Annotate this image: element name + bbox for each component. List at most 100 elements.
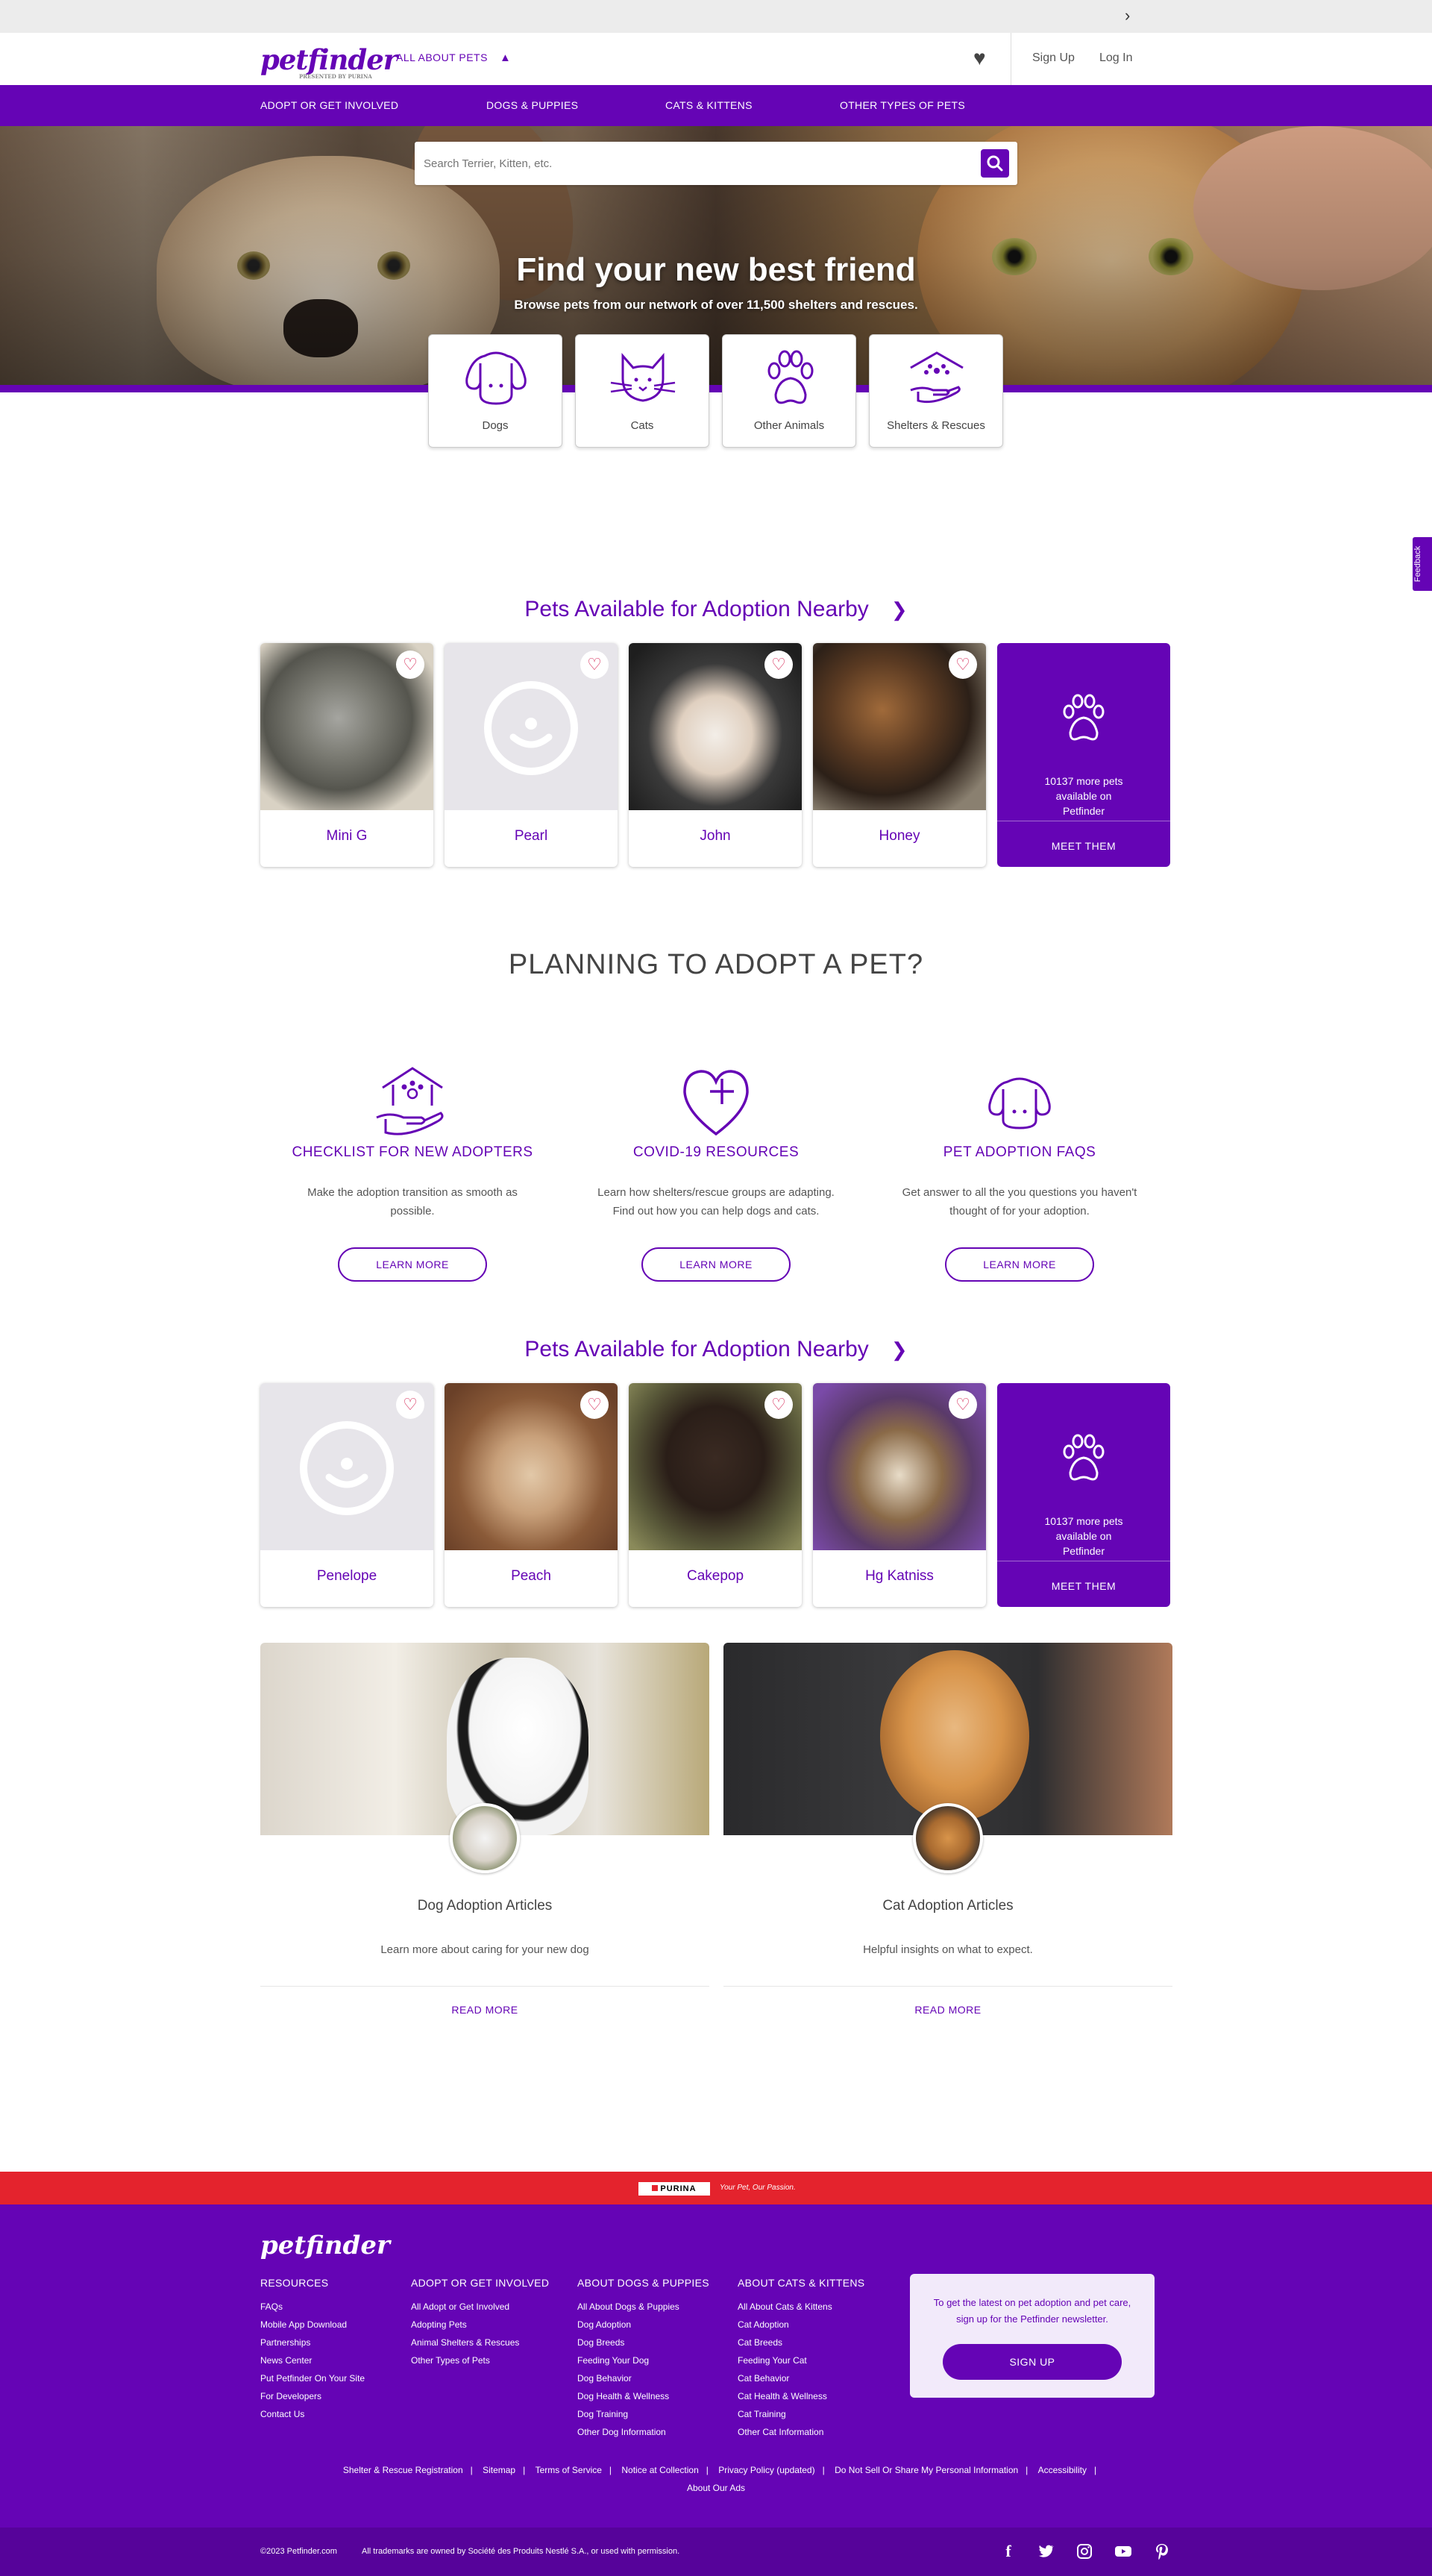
pet-card[interactable]: ♡ Cakepop xyxy=(629,1383,802,1607)
category-other-animals[interactable]: Other Animals xyxy=(722,334,856,448)
footer-link[interactable]: Feeding Your Dog xyxy=(577,2351,709,2369)
learn-more-button[interactable]: LEARN MORE xyxy=(945,1247,1094,1282)
nav-other-pets[interactable]: OTHER TYPES OF PETS xyxy=(840,99,965,111)
legal-link[interactable]: Do Not Sell Or Share My Personal Informa… xyxy=(835,2465,1018,2475)
pet-name: Penelope xyxy=(316,1568,377,1584)
twitter-icon[interactable] xyxy=(1037,2542,1055,2560)
pet-card[interactable]: ♡ John xyxy=(629,643,802,867)
footer-link[interactable]: Dog Health & Wellness xyxy=(577,2387,709,2405)
footer-link[interactable]: All About Cats & Kittens xyxy=(738,2298,864,2316)
footer-link[interactable]: Dog Training xyxy=(577,2405,709,2423)
footer-link[interactable]: Partnerships xyxy=(260,2334,365,2351)
about-our-ads-link[interactable]: About Our Ads xyxy=(0,2483,1432,2493)
footer-link[interactable]: Dog Adoption xyxy=(577,2316,709,2334)
legal-link[interactable]: Notice at Collection xyxy=(621,2465,698,2475)
search-button[interactable] xyxy=(981,149,1009,178)
pet-card[interactable]: ♡ Penelope xyxy=(260,1383,433,1607)
category-cats[interactable]: Cats xyxy=(575,334,709,448)
favorite-heart-icon[interactable]: ♡ xyxy=(580,1391,609,1419)
legal-link[interactable]: Accessibility xyxy=(1038,2465,1087,2475)
pet-card[interactable]: ♡ Peach xyxy=(445,1383,618,1607)
learn-more-button[interactable]: LEARN MORE xyxy=(338,1247,487,1282)
footer-link[interactable]: All About Dogs & Puppies xyxy=(577,2298,709,2316)
favorites-heart-icon[interactable]: ♥ xyxy=(973,46,986,70)
legal-link[interactable]: Shelter & Rescue Registration xyxy=(343,2465,463,2475)
read-more-link[interactable]: READ MORE xyxy=(723,2004,1172,2016)
more-pets-card[interactable]: 10137 more pets available on Petfinder M… xyxy=(997,643,1170,867)
nearby-title-link[interactable]: Pets Available for Adoption Nearby ❯ xyxy=(0,597,1432,622)
favorite-heart-icon[interactable]: ♡ xyxy=(580,651,609,679)
sign-up-link[interactable]: Sign Up xyxy=(1032,51,1075,65)
footer-link[interactable]: Adopting Pets xyxy=(411,2316,549,2334)
footer-link[interactable]: All Adopt or Get Involved xyxy=(411,2298,549,2316)
footer-link[interactable]: Mobile App Download xyxy=(260,2316,365,2334)
article-desc: Helpful insights on what to expect. xyxy=(863,1943,1033,1956)
nearby-title-link[interactable]: Pets Available for Adoption Nearby ❯ xyxy=(0,1337,1432,1362)
logo-subtext: PRESENTED BY PURINA xyxy=(299,73,372,80)
dog-articles-card[interactable]: Dog Adoption Articles Learn more about c… xyxy=(260,1643,709,2031)
article-title: Dog Adoption Articles xyxy=(417,1898,553,1914)
footer-link[interactable]: Cat Adoption xyxy=(738,2316,864,2334)
footer-link[interactable]: Other Dog Information xyxy=(577,2423,709,2441)
pinterest-icon[interactable] xyxy=(1153,2542,1171,2560)
petfinder-logo[interactable]: petfinder PRESENTED BY PURINA xyxy=(260,43,398,80)
log-in-link[interactable]: Log In xyxy=(1099,51,1132,65)
checklist-heading: CHECKLIST FOR NEW ADOPTERS xyxy=(292,1144,533,1160)
footer-link[interactable]: Cat Training xyxy=(738,2405,864,2423)
all-about-pets-menu[interactable]: ALL ABOUT PETS ▲ xyxy=(396,51,511,64)
footer-link[interactable]: Put Petfinder On Your Site xyxy=(260,2369,365,2387)
footer-logo[interactable]: petfinder xyxy=(260,2231,390,2260)
footer-link[interactable]: Contact Us xyxy=(260,2405,365,2423)
footer-link[interactable]: Dog Breeds xyxy=(577,2334,709,2351)
meet-them-button[interactable]: MEET THEM xyxy=(997,840,1170,852)
footer-link[interactable]: Cat Health & Wellness xyxy=(738,2387,864,2405)
footer-link[interactable]: Cat Breeds xyxy=(738,2334,864,2351)
main-nav: ADOPT OR GET INVOLVED DOGS & PUPPIES CAT… xyxy=(0,85,1432,126)
pet-card[interactable]: ♡ Honey xyxy=(813,643,986,867)
footer-link[interactable]: News Center xyxy=(260,2351,365,2369)
footer-link[interactable]: Other Types of Pets xyxy=(411,2351,549,2369)
nav-cats[interactable]: CATS & KITTENS xyxy=(665,99,753,111)
favorite-heart-icon[interactable]: ♡ xyxy=(396,651,424,679)
youtube-icon[interactable] xyxy=(1114,2542,1132,2560)
nav-dogs[interactable]: DOGS & PUPPIES xyxy=(486,99,578,111)
legal-link[interactable]: Terms of Service xyxy=(536,2465,602,2475)
shelter-icon xyxy=(910,351,964,404)
search-input[interactable] xyxy=(424,151,946,176)
footer-link[interactable]: Feeding Your Cat xyxy=(738,2351,864,2369)
cat-articles-card[interactable]: Cat Adoption Articles Helpful insights o… xyxy=(723,1643,1172,2031)
read-more-link[interactable]: READ MORE xyxy=(260,2004,709,2016)
learn-more-button[interactable]: LEARN MORE xyxy=(641,1247,791,1282)
pet-name: Cakepop xyxy=(686,1568,744,1584)
pet-name: Hg Katniss xyxy=(865,1568,934,1584)
footer-link[interactable]: FAQs xyxy=(260,2298,365,2316)
purina-logo[interactable]: PURINA xyxy=(638,2182,710,2196)
footer-link[interactable]: Other Cat Information xyxy=(738,2423,864,2441)
favorite-heart-icon[interactable]: ♡ xyxy=(396,1391,424,1419)
planning-title: PLANNING TO ADOPT A PET? xyxy=(508,949,924,980)
category-dogs[interactable]: Dogs xyxy=(428,334,562,448)
meet-them-button[interactable]: MEET THEM xyxy=(997,1580,1170,1592)
nav-adopt[interactable]: ADOPT OR GET INVOLVED xyxy=(260,99,398,111)
feedback-tab[interactable]: Feedback xyxy=(1413,537,1432,591)
newsletter-sign-up-button[interactable]: SIGN UP xyxy=(943,2344,1122,2380)
favorite-heart-icon[interactable]: ♡ xyxy=(949,651,977,679)
paw-icon xyxy=(1063,1434,1105,1481)
footer-link[interactable]: Cat Behavior xyxy=(738,2369,864,2387)
favorite-heart-icon[interactable]: ♡ xyxy=(949,1391,977,1419)
legal-link[interactable]: Privacy Policy (updated) xyxy=(718,2465,814,2475)
category-shelters[interactable]: Shelters & Rescues xyxy=(869,334,1003,448)
favorite-heart-icon[interactable]: ♡ xyxy=(764,1391,793,1419)
favorite-heart-icon[interactable]: ♡ xyxy=(764,651,793,679)
more-pets-card[interactable]: 10137 more pets available on Petfinder M… xyxy=(997,1383,1170,1607)
chevron-right-icon[interactable]: › xyxy=(1125,6,1130,25)
facebook-icon[interactable]: f xyxy=(999,2542,1017,2560)
pet-card[interactable]: ♡ Mini G xyxy=(260,643,433,867)
footer-link[interactable]: For Developers xyxy=(260,2387,365,2405)
footer-link[interactable]: Dog Behavior xyxy=(577,2369,709,2387)
pet-card[interactable]: ♡ Pearl xyxy=(445,643,618,867)
legal-link[interactable]: Sitemap xyxy=(483,2465,515,2475)
pet-card[interactable]: ♡ Hg Katniss xyxy=(813,1383,986,1607)
instagram-icon[interactable] xyxy=(1075,2542,1093,2560)
footer-link[interactable]: Animal Shelters & Rescues xyxy=(411,2334,549,2351)
